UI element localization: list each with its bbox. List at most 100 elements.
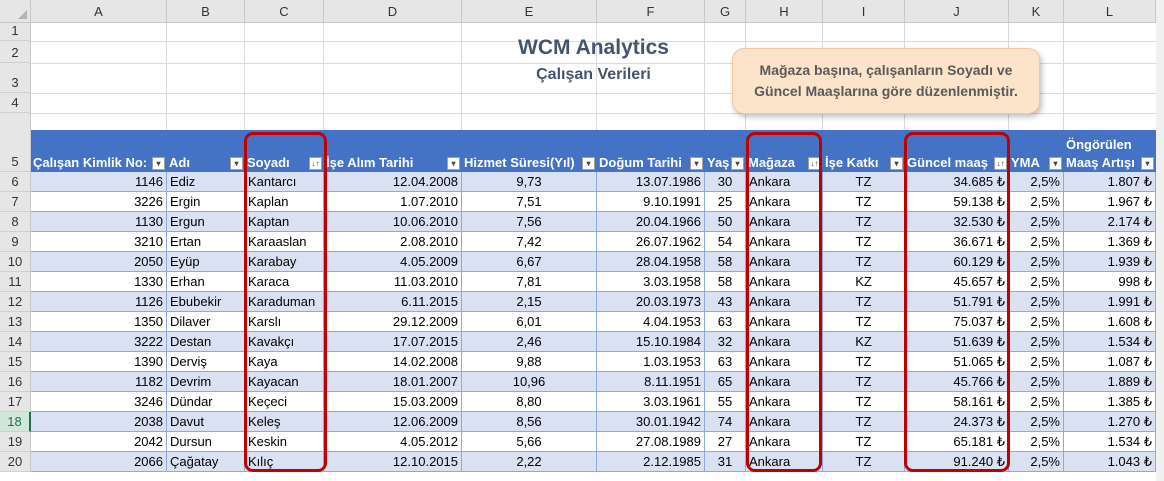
table-cell[interactable]: 20.03.1973 [597, 292, 705, 312]
table-cell[interactable]: 58 [705, 272, 746, 292]
table-cell[interactable]: 2042 [31, 432, 167, 452]
table-cell[interactable]: 7,81 [462, 272, 597, 292]
table-cell[interactable]: 14.02.2008 [324, 352, 462, 372]
column-header-f[interactable]: F [597, 0, 705, 23]
table-cell[interactable]: 2050 [31, 252, 167, 272]
table-cell[interactable]: 1330 [31, 272, 167, 292]
table-cell[interactable]: 2038 [31, 412, 167, 432]
table-cell[interactable]: 2,5% [1009, 392, 1064, 412]
filter-dropdown-icon[interactable]: ▾ [152, 157, 165, 170]
row-header-18[interactable]: 18 [0, 412, 31, 432]
table-cell[interactable]: 2,5% [1009, 172, 1064, 192]
table-cell[interactable]: 6,67 [462, 252, 597, 272]
table-cell[interactable]: 9.10.1991 [597, 192, 705, 212]
table-cell[interactable]: 2,46 [462, 332, 597, 352]
table-cell[interactable]: 2,5% [1009, 192, 1064, 212]
table-cell[interactable]: 1390 [31, 352, 167, 372]
table-cell[interactable]: 7,51 [462, 192, 597, 212]
row-header-20[interactable]: 20 [0, 452, 31, 472]
table-cell[interactable]: 1.043 ₺ [1064, 452, 1156, 472]
table-cell[interactable]: 9,88 [462, 352, 597, 372]
table-cell[interactable]: 1.939 ₺ [1064, 252, 1156, 272]
table-cell[interactable]: 2.12.1985 [597, 452, 705, 472]
table-cell[interactable]: Dündar [167, 392, 245, 412]
column-header-g[interactable]: G [705, 0, 746, 23]
table-cell[interactable]: 4.04.1953 [597, 312, 705, 332]
column-header-i[interactable]: I [823, 0, 905, 23]
column-header-k[interactable]: K [1009, 0, 1064, 23]
row-header-1[interactable]: 1 [0, 23, 31, 41]
table-cell[interactable]: 2,5% [1009, 212, 1064, 232]
table-cell[interactable]: 6,01 [462, 312, 597, 332]
table-cell[interactable]: TZ [823, 412, 905, 432]
table-cell[interactable]: 3.03.1958 [597, 272, 705, 292]
table-cell[interactable]: TZ [823, 192, 905, 212]
column-header-l[interactable]: L [1064, 0, 1156, 23]
table-cell[interactable]: Çağatay [167, 452, 245, 472]
table-cell[interactable]: 15.03.2009 [324, 392, 462, 412]
table-cell[interactable]: Ergin [167, 192, 245, 212]
table-cell[interactable]: 2,5% [1009, 232, 1064, 252]
table-cell[interactable]: 31 [705, 452, 746, 472]
table-cell[interactable]: 1.991 ₺ [1064, 292, 1156, 312]
row-header-17[interactable]: 17 [0, 392, 31, 412]
table-cell[interactable]: TZ [823, 252, 905, 272]
row-header-15[interactable]: 15 [0, 352, 31, 372]
table-cell[interactable]: Destan [167, 332, 245, 352]
table-cell[interactable]: 2,5% [1009, 452, 1064, 472]
row-header-2[interactable]: 2 [0, 41, 31, 63]
table-cell[interactable]: 54 [705, 232, 746, 252]
row-header-3[interactable]: 3 [0, 63, 31, 93]
table-cell[interactable]: 8,56 [462, 412, 597, 432]
table-cell[interactable]: 30.01.1942 [597, 412, 705, 432]
row-header-19[interactable]: 19 [0, 432, 31, 452]
table-cell[interactable]: Davut [167, 412, 245, 432]
table-cell[interactable]: 1.608 ₺ [1064, 312, 1156, 332]
table-cell[interactable]: 2,5% [1009, 272, 1064, 292]
column-header-b[interactable]: B [167, 0, 245, 23]
table-cell[interactable]: 2,5% [1009, 432, 1064, 452]
table-cell[interactable]: 3246 [31, 392, 167, 412]
table-cell[interactable]: 32 [705, 332, 746, 352]
table-cell[interactable]: 2,5% [1009, 332, 1064, 352]
filter-dropdown-icon[interactable]: ▾ [1141, 157, 1154, 170]
table-cell[interactable]: Devrim [167, 372, 245, 392]
table-cell[interactable]: 8.11.1951 [597, 372, 705, 392]
table-cell[interactable]: 1.534 ₺ [1064, 332, 1156, 352]
table-cell[interactable]: TZ [823, 392, 905, 412]
column-header-d[interactable]: D [324, 0, 462, 23]
table-cell[interactable]: 2,5% [1009, 312, 1064, 332]
row-header-10[interactable]: 10 [0, 252, 31, 272]
table-cell[interactable]: 74 [705, 412, 746, 432]
table-cell[interactable]: 29.12.2009 [324, 312, 462, 332]
select-all-button[interactable] [0, 0, 31, 23]
table-cell[interactable]: 1.889 ₺ [1064, 372, 1156, 392]
table-cell[interactable]: TZ [823, 292, 905, 312]
table-cell[interactable]: 27 [705, 432, 746, 452]
row-header-6[interactable]: 6 [0, 172, 31, 192]
column-header-e[interactable]: E [462, 0, 597, 23]
row-header-7[interactable]: 7 [0, 192, 31, 212]
table-cell[interactable]: Erhan [167, 272, 245, 292]
table-cell[interactable]: 7,42 [462, 232, 597, 252]
table-cell[interactable]: TZ [823, 172, 905, 192]
table-cell[interactable]: 2,5% [1009, 292, 1064, 312]
table-cell[interactable]: Dursun [167, 432, 245, 452]
table-cell[interactable]: 11.03.2010 [324, 272, 462, 292]
table-cell[interactable]: 12.10.2015 [324, 452, 462, 472]
row-header-13[interactable]: 13 [0, 312, 31, 332]
table-cell[interactable]: 3226 [31, 192, 167, 212]
table-cell[interactable]: 2,22 [462, 452, 597, 472]
vertical-scrollbar[interactable] [1156, 0, 1164, 481]
table-cell[interactable]: 20.04.1966 [597, 212, 705, 232]
table-cell[interactable]: Ediz [167, 172, 245, 192]
column-header-a[interactable]: A [31, 0, 167, 23]
table-cell[interactable]: 28.04.1958 [597, 252, 705, 272]
table-cell[interactable]: 18.01.2007 [324, 372, 462, 392]
table-cell[interactable]: 998 ₺ [1064, 272, 1156, 292]
row-header-4[interactable]: 4 [0, 93, 31, 113]
table-cell[interactable]: 1350 [31, 312, 167, 332]
table-cell[interactable]: 5,66 [462, 432, 597, 452]
row-header-16[interactable]: 16 [0, 372, 31, 392]
row-header-12[interactable]: 12 [0, 292, 31, 312]
